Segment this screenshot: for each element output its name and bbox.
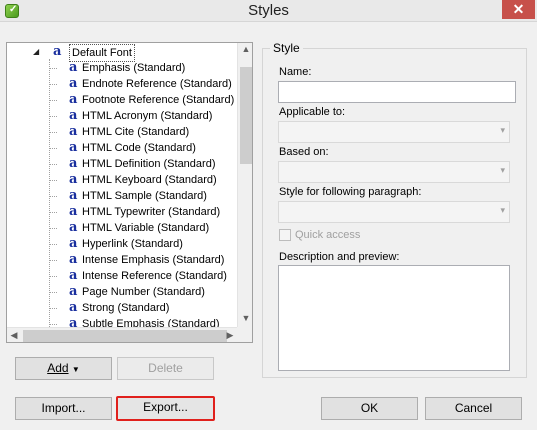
tree-item-label: Hyperlink (Standard): [82, 238, 183, 250]
chevron-down-icon: ▾: [500, 125, 505, 135]
name-input[interactable]: [278, 81, 516, 103]
dropdown-arrow-icon: ▼: [71, 365, 80, 374]
tree-item-label: HTML Variable (Standard): [82, 222, 210, 234]
character-style-icon: a: [69, 140, 78, 155]
window-title: Styles: [248, 2, 289, 19]
tree-item-label: Emphasis (Standard): [82, 62, 186, 74]
tree-connector: [49, 292, 57, 293]
character-style-icon: a: [69, 316, 78, 328]
ok-button[interactable]: OK: [321, 397, 418, 420]
tree-item-label: HTML Acronym (Standard): [82, 110, 213, 122]
scroll-left-arrow-icon[interactable]: ◀: [9, 330, 19, 341]
character-style-icon: a: [69, 252, 78, 267]
character-style-icon: a: [69, 76, 78, 91]
applicable-to-select[interactable]: ▾: [278, 121, 510, 143]
name-label: Name:: [279, 66, 312, 78]
tree-item-label: HTML Code (Standard): [82, 142, 196, 154]
tree-item-label: Intense Reference (Standard): [82, 270, 227, 282]
character-style-icon: a: [69, 60, 78, 75]
quick-access-checkbox[interactable]: [279, 229, 291, 241]
tree-item-label: Intense Emphasis (Standard): [82, 254, 225, 266]
description-preview-box: [278, 265, 510, 371]
tree-item-label: HTML Definition (Standard): [82, 158, 216, 170]
based-on-select[interactable]: ▾: [278, 161, 510, 183]
import-button[interactable]: Import...: [15, 397, 112, 420]
scrollbar-corner: [237, 327, 252, 342]
close-button[interactable]: ✕: [502, 0, 535, 19]
tree-item-label: Endnote Reference (Standard): [82, 78, 232, 90]
tree-connector: [49, 260, 57, 261]
character-style-icon: a: [69, 236, 78, 251]
tree-connector: [49, 244, 57, 245]
following-style-select[interactable]: ▾: [278, 201, 510, 223]
character-style-icon: a: [69, 172, 78, 187]
tree-connector: [49, 228, 57, 229]
tree-connector: [49, 324, 57, 325]
scroll-up-arrow-icon[interactable]: ▲: [238, 44, 252, 54]
quick-access-label: Quick access: [295, 229, 361, 241]
tree-item-label: HTML Cite (Standard): [82, 126, 190, 138]
description-preview-label: Description and preview:: [279, 251, 400, 263]
character-style-icon: a: [69, 188, 78, 203]
tree-connector: [49, 100, 57, 101]
character-style-icon: a: [69, 300, 78, 315]
scroll-down-arrow-icon[interactable]: ▼: [238, 313, 252, 323]
character-style-icon: a: [69, 108, 78, 123]
character-style-icon: a: [69, 124, 78, 139]
tree-connector: [49, 276, 57, 277]
character-style-icon: a: [69, 268, 78, 283]
tree-connector: [49, 196, 57, 197]
character-style-icon: a: [69, 92, 78, 107]
tree-connector: [49, 164, 57, 165]
tree-item-label: Footnote Reference (Standard): [82, 94, 235, 106]
horizontal-scrollbar[interactable]: ◀ ▶: [7, 327, 237, 342]
tree-connector: [49, 84, 57, 85]
horizontal-scroll-thumb[interactable]: [23, 330, 227, 342]
cancel-button[interactable]: Cancel: [425, 397, 522, 420]
character-style-icon: a: [69, 156, 78, 171]
tree-item-label: Subtle Emphasis (Standard): [82, 318, 220, 327]
chevron-down-icon: ▾: [500, 205, 505, 215]
based-on-label: Based on:: [279, 146, 329, 158]
character-style-icon: a: [69, 204, 78, 219]
character-style-icon: a: [53, 44, 62, 59]
vertical-scrollbar[interactable]: ▲ ▼: [237, 43, 252, 327]
style-group-title: Style: [270, 41, 303, 55]
chevron-down-icon: ▾: [500, 165, 505, 175]
tree-item-label: Strong (Standard): [82, 302, 170, 314]
tree-item-label: HTML Keyboard (Standard): [82, 174, 217, 186]
tree-connector: [49, 148, 57, 149]
scroll-right-arrow-icon[interactable]: ▶: [225, 330, 235, 341]
tree-connector: [49, 308, 57, 309]
following-style-label: Style for following paragraph:: [279, 186, 422, 198]
applicable-to-label: Applicable to:: [279, 106, 346, 118]
tree-item-label: HTML Sample (Standard): [82, 190, 207, 202]
tree-item-label: Page Number (Standard): [82, 286, 205, 298]
character-style-icon: a: [69, 220, 78, 235]
character-style-icon: a: [69, 284, 78, 299]
tree-connector: [49, 180, 57, 181]
add-button-label: Add: [47, 361, 69, 375]
add-button[interactable]: Add ▼: [15, 357, 112, 380]
vertical-scroll-thumb[interactable]: [240, 67, 252, 164]
tree-connector: [49, 132, 57, 133]
styles-tree[interactable]: ◢ a Default Font a Emphasis (Standard) a En…: [6, 42, 253, 343]
export-button[interactable]: Export...: [116, 396, 215, 421]
tree-connector: [49, 212, 57, 213]
collapse-triangle-icon[interactable]: ◢: [33, 44, 39, 60]
tree-connector: [49, 116, 57, 117]
tree-item-label: HTML Typewriter (Standard): [82, 206, 221, 218]
delete-button[interactable]: Delete: [117, 357, 214, 380]
tree-connector: [49, 68, 57, 69]
tree-content: ◢ a Default Font a Emphasis (Standard) a En…: [7, 43, 237, 327]
